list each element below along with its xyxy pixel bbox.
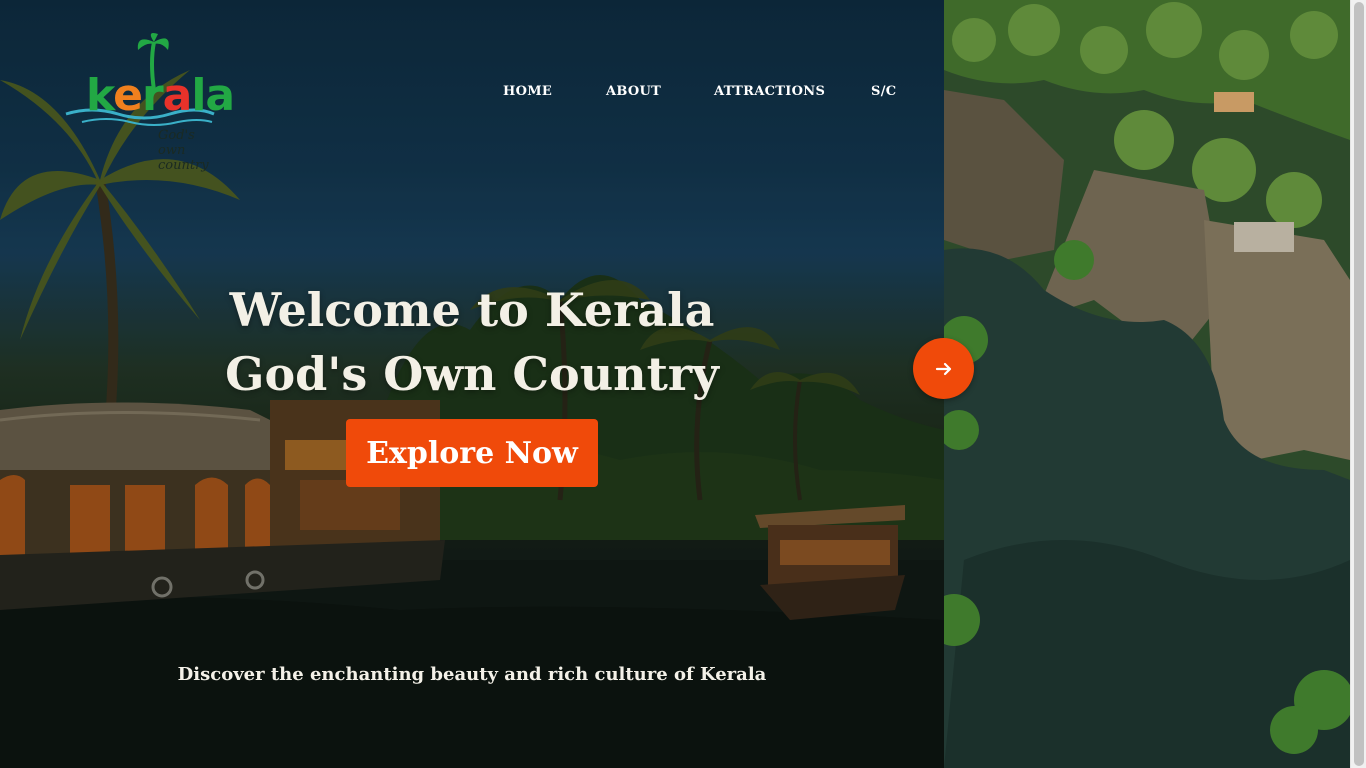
carousel-next-button[interactable] bbox=[913, 338, 974, 399]
nav-home-link[interactable]: HOME bbox=[503, 84, 552, 99]
side-scenery-image bbox=[944, 0, 1350, 768]
hero-title-line2: God's Own Country bbox=[225, 347, 719, 401]
scrollbar-thumb[interactable] bbox=[1354, 2, 1364, 766]
landing-page: kerala God's own country HOME ABOUT ATTR… bbox=[0, 0, 1366, 768]
arrow-right-icon bbox=[935, 362, 951, 375]
logo-wordmark: kerala bbox=[86, 70, 235, 121]
nav-attractions-link[interactable]: ATTRACTIONS bbox=[714, 84, 825, 99]
hero-title: Welcome to Kerala God's Own Country bbox=[200, 278, 744, 406]
logo-tagline: God's own country bbox=[158, 128, 209, 173]
page-scrollbar[interactable] bbox=[1350, 0, 1366, 768]
hero-tagline: Discover the enchanting beauty and rich … bbox=[177, 664, 767, 685]
hero-background-image: kerala God's own country HOME ABOUT ATTR… bbox=[0, 0, 944, 768]
hero-title-line1: Welcome to Kerala bbox=[229, 283, 715, 337]
explore-now-button[interactable]: Explore Now bbox=[346, 419, 598, 487]
site-logo[interactable]: kerala God's own country bbox=[62, 32, 235, 173]
nav-about-link[interactable]: ABOUT bbox=[606, 84, 661, 99]
cliff-lake-scene bbox=[944, 0, 1350, 768]
nav-sc-link[interactable]: S/C bbox=[871, 84, 896, 99]
